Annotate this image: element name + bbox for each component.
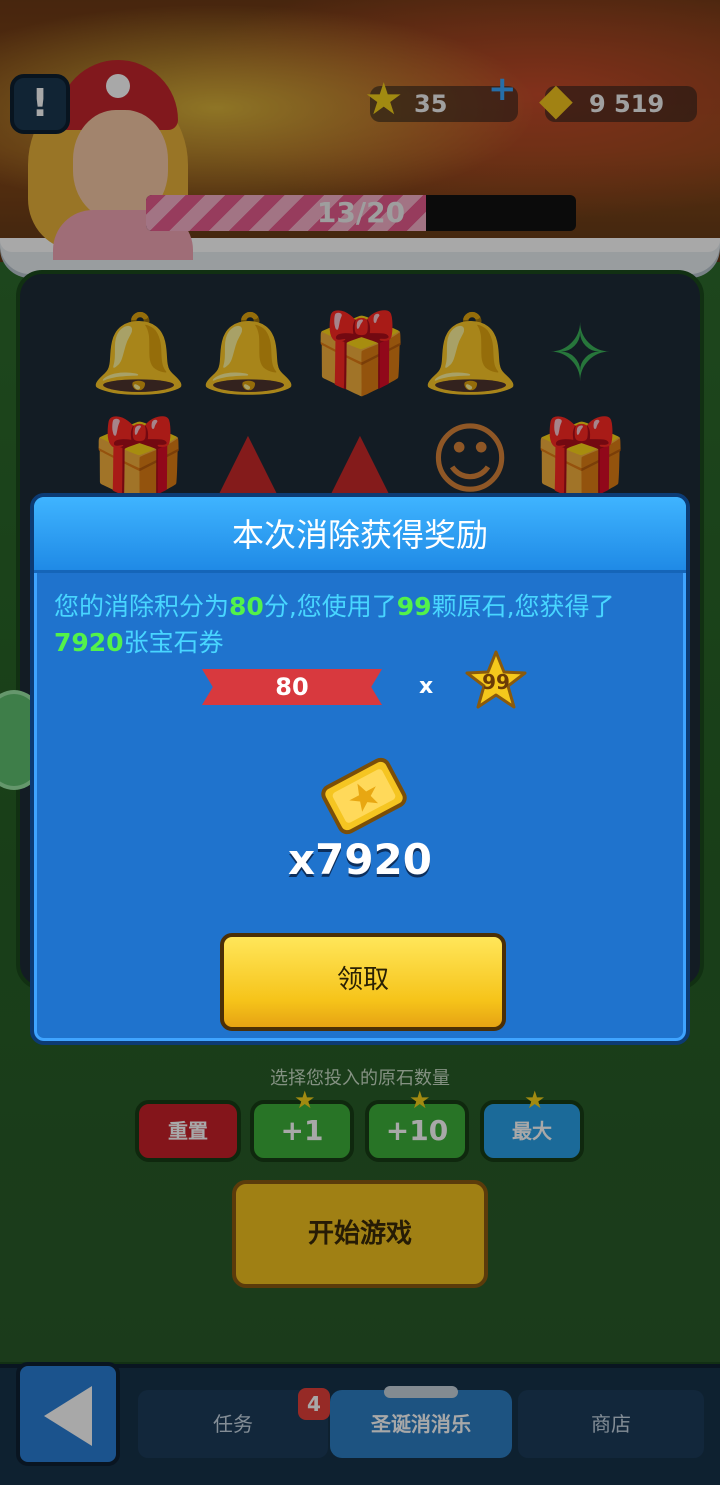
- reward-amount: x7920: [288, 835, 432, 884]
- desc-part: 张宝石券: [123, 628, 224, 657]
- multiply-sign: x: [419, 674, 434, 699]
- gem-ticket-icon: [314, 755, 414, 837]
- star-badge: 99: [464, 649, 528, 713]
- score-ribbon-value: 80: [275, 673, 309, 701]
- reward-dialog: 本次消除获得奖励 您的消除积分为80分,您使用了99颗原石,您获得了7920张宝…: [30, 493, 690, 1045]
- claim-button[interactable]: 领取: [220, 933, 506, 1031]
- reward-description: 您的消除积分为80分,您使用了99颗原石,您获得了 7920张宝石券: [54, 589, 674, 661]
- stones-used-value: 99: [396, 592, 432, 621]
- desc-part: 颗原石,您获得了: [431, 592, 615, 621]
- claim-label: 领取: [336, 965, 389, 995]
- reward-dialog-header: 本次消除获得奖励: [34, 497, 686, 573]
- score-ribbon: 80: [202, 669, 382, 705]
- score-value: 80: [229, 592, 264, 621]
- reward-dialog-title: 本次消除获得奖励: [231, 516, 488, 554]
- desc-part: 您的消除积分为: [54, 592, 230, 621]
- reward-value: 7920: [54, 628, 124, 657]
- star-badge-value: 99: [482, 670, 510, 694]
- desc-part: 分,您使用了: [263, 592, 397, 621]
